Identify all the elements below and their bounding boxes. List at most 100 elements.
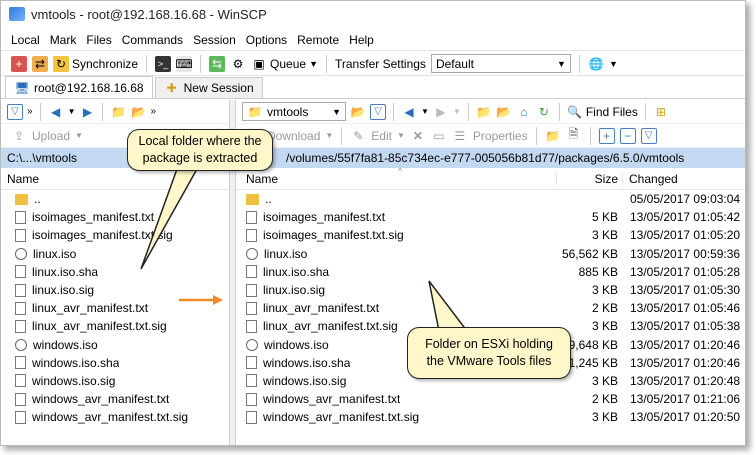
file-name: linux.iso xyxy=(33,246,77,261)
upload-button[interactable]: Upload xyxy=(32,129,70,143)
toolbar-separator xyxy=(535,126,537,145)
synchronize-button[interactable]: ↻ Synchronize xyxy=(53,55,138,72)
upload-icon[interactable]: ⇪ xyxy=(11,128,27,144)
menu-mark[interactable]: Mark xyxy=(50,33,77,47)
table-row[interactable]: linux.iso 56,562 KB 13/05/2017 00:59:36 xyxy=(236,245,745,263)
filter-icon[interactable]: ▽ xyxy=(7,103,23,120)
parent-folder-icon[interactable]: 📁 xyxy=(476,104,492,120)
putty-icon[interactable]: ⌨ xyxy=(175,55,193,72)
list-item[interactable]: linux_avr_manifest.txt xyxy=(1,299,229,317)
table-row[interactable]: .. 05/05/2017 09:03:04 xyxy=(236,190,745,208)
new-file-icon[interactable]: 🗎 xyxy=(566,127,582,144)
file-icon xyxy=(15,356,26,370)
root-folder-icon[interactable]: 📂 xyxy=(496,104,512,120)
chevron-down-icon: ▼ xyxy=(332,106,341,117)
tab-session-label: root@192.168.16.68 xyxy=(34,80,144,95)
chevron-down-icon[interactable]: ▼ xyxy=(397,131,405,140)
transfer-settings-select[interactable]: Default ▼ xyxy=(430,54,571,73)
column-header-size[interactable]: Size xyxy=(556,171,622,186)
queue-button[interactable]: ▣ Queue ▼ xyxy=(251,56,318,72)
list-item[interactable]: linux.iso xyxy=(1,245,229,263)
file-icon xyxy=(246,228,257,242)
chevron-down-icon[interactable]: ▼ xyxy=(68,107,76,116)
list-item[interactable]: isoimages_manifest.txt xyxy=(1,208,229,226)
find-files-button[interactable]: 🔍 Find Files xyxy=(567,104,638,120)
forward-arrow-icon[interactable]: ▶ xyxy=(433,104,449,120)
file-icon xyxy=(15,283,26,297)
filter-icon[interactable]: ▽ xyxy=(370,103,386,120)
rename-icon[interactable]: ▭ xyxy=(431,128,447,144)
download-button[interactable]: Download xyxy=(267,129,320,143)
home-icon[interactable]: ⌂ xyxy=(516,104,532,120)
delete-icon[interactable]: ✕ xyxy=(410,128,426,144)
properties-button[interactable]: Properties xyxy=(473,129,528,143)
list-item[interactable]: windows.iso.sha xyxy=(1,354,229,372)
list-item[interactable]: windows.iso.sig xyxy=(1,372,229,390)
list-item[interactable]: windows.iso xyxy=(1,336,229,354)
list-item[interactable]: .. xyxy=(1,190,229,208)
file-name: windows_avr_manifest.txt xyxy=(32,392,170,407)
globe-icon[interactable]: 🌐 xyxy=(588,56,604,72)
terminal-icon[interactable]: >_ xyxy=(155,55,172,72)
remote-folder-select[interactable]: 📁 vmtools ▼ xyxy=(242,102,346,121)
tree-icon[interactable]: ⊞ xyxy=(653,104,669,120)
back-arrow-icon[interactable]: ◀ xyxy=(401,104,417,120)
table-row[interactable]: linux.iso.sig 3 KB 13/05/2017 01:05:30 xyxy=(236,281,745,299)
column-header-changed[interactable]: Changed xyxy=(622,171,742,186)
file-name: linux_avr_manifest.txt.sig xyxy=(263,319,398,334)
chevron-down-icon[interactable]: ▼ xyxy=(609,59,618,69)
chevron-right-icon[interactable]: » xyxy=(150,106,156,117)
list-item[interactable]: isoimages_manifest.txt.sig xyxy=(1,226,229,244)
chevron-down-icon[interactable]: ▼ xyxy=(325,131,333,140)
remote-path-bar[interactable]: /volumes/55f7fa81-85c734ec-e777-005056b8… xyxy=(236,148,745,168)
menu-help[interactable]: Help xyxy=(349,33,374,47)
gear-icon[interactable]: ⚙ xyxy=(230,56,246,72)
tab-session[interactable]: 🖥 root@192.168.16.68 xyxy=(5,76,153,98)
list-item[interactable]: linux.iso.sig xyxy=(1,281,229,299)
chevron-right-icon[interactable]: » xyxy=(27,106,33,117)
menu-commands[interactable]: Commands xyxy=(122,33,183,47)
file-name: linux.iso xyxy=(264,246,308,261)
chevron-down-icon[interactable]: ▼ xyxy=(421,107,429,116)
list-item[interactable]: windows_avr_manifest.txt.sig xyxy=(1,408,229,426)
forward-arrow-icon[interactable]: ▶ xyxy=(79,104,95,120)
list-item[interactable]: windows_avr_manifest.txt xyxy=(1,390,229,408)
column-header-name[interactable]: Name xyxy=(1,172,39,186)
chevron-down-icon[interactable]: ▼ xyxy=(453,107,461,116)
toolbar-separator xyxy=(644,102,646,121)
back-arrow-icon[interactable]: ◀ xyxy=(48,104,64,120)
list-item[interactable]: linux_avr_manifest.txt.sig xyxy=(1,317,229,335)
column-header-name[interactable]: Name xyxy=(236,172,556,186)
unselect-all-icon[interactable]: − xyxy=(619,127,636,144)
table-row[interactable]: isoimages_manifest.txt 5 KB 13/05/2017 01:… xyxy=(236,208,745,226)
list-item[interactable]: linux.iso.sha xyxy=(1,263,229,281)
menu-local[interactable]: Local xyxy=(11,33,40,47)
table-row[interactable]: linux_avr_manifest.txt 2 KB 13/05/2017 01:… xyxy=(236,299,745,317)
root-folder-icon[interactable]: 📂 xyxy=(130,104,146,120)
menu-files[interactable]: Files xyxy=(86,33,111,47)
properties-icon[interactable]: ☰ xyxy=(452,128,468,144)
synchronize-browsing-icon[interactable]: ⇄ xyxy=(32,55,48,72)
table-row[interactable]: isoimages_manifest.txt.sig 3 KB 13/05/2017… xyxy=(236,226,745,244)
menu-options[interactable]: Options xyxy=(246,33,287,47)
edit-button[interactable]: Edit xyxy=(371,129,392,143)
select-all-icon[interactable]: + xyxy=(598,127,615,144)
menu-session[interactable]: Session xyxy=(193,33,236,47)
table-row[interactable]: windows_avr_manifest.txt 2 KB 13/05/2017 0… xyxy=(236,390,745,408)
compare-directories-icon[interactable]: + xyxy=(11,55,27,72)
tab-new-session[interactable]: ✚ New Session xyxy=(154,77,263,98)
open-folder-icon[interactable]: 📂 xyxy=(350,104,366,120)
table-row[interactable]: windows_avr_manifest.txt.sig 3 KB 13/05/20… xyxy=(236,408,745,426)
file-changed: 13/05/2017 01:20:46 xyxy=(630,337,741,352)
menu-remote[interactable]: Remote xyxy=(297,33,339,47)
parent-folder-icon[interactable]: 📁 xyxy=(110,104,126,120)
disc-image-icon xyxy=(246,338,258,351)
preferences-icon[interactable]: ⇆ xyxy=(209,55,226,72)
table-row[interactable]: linux.iso.sha 885 KB 13/05/2017 01:05:28 xyxy=(236,263,745,281)
filter-icon[interactable]: ▽ xyxy=(640,127,657,144)
disc-image-icon xyxy=(246,247,258,260)
edit-icon[interactable]: ✎ xyxy=(350,128,366,144)
chevron-down-icon[interactable]: ▼ xyxy=(75,131,83,140)
refresh-icon[interactable]: ↻ xyxy=(536,104,552,120)
new-folder-icon[interactable]: 📁 xyxy=(545,128,561,144)
